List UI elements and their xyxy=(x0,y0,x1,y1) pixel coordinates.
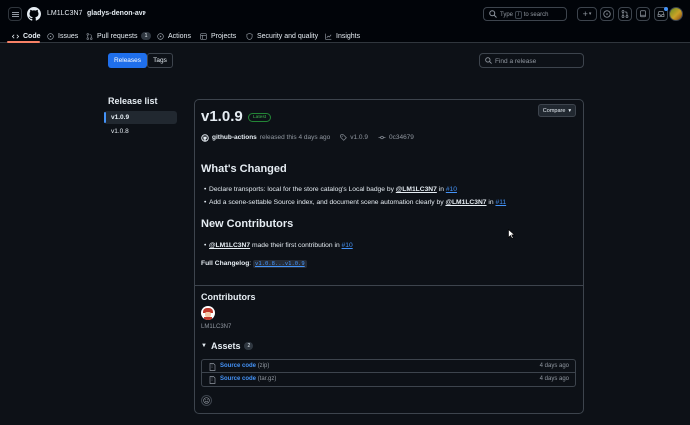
create-new-button[interactable]: + ▾ xyxy=(577,7,597,21)
find-release-input[interactable]: Find a release xyxy=(479,53,584,68)
release-commit-link[interactable]: 0c34679 xyxy=(389,134,414,141)
tags-tab-button[interactable]: Tags xyxy=(147,53,173,68)
release-time: released this 4 days ago xyxy=(259,134,331,141)
global-header: LM1LC3N7 / gladys-denon-avr ▾ Type / to … xyxy=(0,0,690,43)
release-title[interactable]: v1.0.9 xyxy=(201,108,243,125)
zip-icon xyxy=(209,363,216,371)
mouse-cursor-icon xyxy=(508,229,515,239)
search-icon xyxy=(489,10,497,18)
assets-count: 2 xyxy=(244,342,254,350)
tab-pull-requests[interactable]: Pull requests 1 xyxy=(86,29,151,43)
pull-requests-count: 1 xyxy=(141,32,151,40)
play-icon xyxy=(157,32,164,40)
full-changelog: Full Changelog: v1.0.8...v1.0.9 xyxy=(201,260,307,268)
add-reaction-button[interactable] xyxy=(201,395,212,406)
user-mention-link[interactable]: @LM1LC3N7 xyxy=(396,186,437,193)
whats-changed-heading: What's Changed xyxy=(201,163,287,175)
latest-badge: Latest xyxy=(248,113,272,122)
plus-icon: + xyxy=(582,9,588,19)
pull-requests-button[interactable] xyxy=(618,7,632,21)
contributors-heading: Contributors xyxy=(201,292,256,302)
releases-tab-button[interactable]: Releases xyxy=(108,53,147,68)
top-bar: LM1LC3N7 / gladys-denon-avr ▾ Type / to … xyxy=(0,0,690,28)
new-contributors-heading: New Contributors xyxy=(201,218,294,230)
pr-link[interactable]: #10 xyxy=(342,242,353,249)
release-meta: github-actions released this 4 days ago … xyxy=(201,133,414,142)
search-input[interactable]: Type / to search xyxy=(483,7,567,21)
inbox-icon xyxy=(657,11,665,17)
release-list-title: Release list xyxy=(108,96,158,106)
list-item: @LM1LC3N7 made their first contribution … xyxy=(204,242,353,249)
issues-button[interactable] xyxy=(600,7,614,21)
asset-download-link[interactable]: Source code (zip) xyxy=(220,363,269,369)
contributor-avatar[interactable] xyxy=(201,306,215,320)
triangle-down-icon: ▾ xyxy=(588,11,592,17)
release-list-item[interactable]: v1.0.9 xyxy=(104,111,177,124)
zip-icon xyxy=(209,376,216,384)
code-icon xyxy=(12,33,19,39)
active-tab-indicator xyxy=(7,41,40,43)
tab-projects[interactable]: Projects xyxy=(200,29,236,43)
hamburger-icon[interactable] xyxy=(8,7,22,21)
card-divider xyxy=(194,285,584,286)
list-item: Declare transports: local for the store … xyxy=(204,186,457,193)
repositories-button[interactable] xyxy=(636,7,650,21)
tag-icon xyxy=(340,134,348,141)
search-hint: Type / to search xyxy=(500,11,549,19)
repo-separator: / xyxy=(80,10,82,17)
list-item: Add a scene-settable Source index, and d… xyxy=(204,199,506,206)
notifications-button[interactable] xyxy=(654,7,668,21)
issues-icon xyxy=(603,10,611,18)
commit-icon xyxy=(378,135,386,140)
pull-request-icon xyxy=(621,10,629,18)
compare-button[interactable]: Compare ▾ xyxy=(538,104,576,117)
release-list-item[interactable]: v1.0.8 xyxy=(104,125,177,138)
github-actions-avatar-icon xyxy=(201,133,209,142)
pull-request-icon xyxy=(86,32,93,40)
release-tag-link[interactable]: v1.0.9 xyxy=(350,134,368,141)
triangle-down-icon: ▾ xyxy=(568,107,572,114)
release-author-link[interactable]: github-actions xyxy=(212,134,257,141)
find-release-placeholder: Find a release xyxy=(495,58,537,65)
table-icon xyxy=(200,32,207,40)
triangle-down-icon: ▼ xyxy=(201,343,207,349)
user-mention-link[interactable]: @LM1LC3N7 xyxy=(445,199,486,206)
asset-date: 4 days ago xyxy=(539,363,569,369)
asset-download-link[interactable]: Source code (tar.gz) xyxy=(220,376,276,382)
pr-link[interactable]: #10 xyxy=(446,186,457,193)
issues-icon xyxy=(47,32,54,40)
tab-insights[interactable]: Insights xyxy=(325,29,360,43)
notification-indicator xyxy=(664,7,668,11)
repo-name-link[interactable]: gladys-denon-avr xyxy=(87,10,145,17)
triangle-down-icon[interactable]: ▾ xyxy=(143,10,146,17)
search-shortcut-key: / xyxy=(514,11,523,19)
asset-row: Source code (tar.gz) 4 days ago xyxy=(201,373,576,387)
pr-link[interactable]: #11 xyxy=(495,199,506,206)
user-avatar[interactable] xyxy=(669,7,683,21)
shield-icon xyxy=(246,32,253,40)
changelog-compare-link[interactable]: v1.0.8...v1.0.9 xyxy=(253,260,307,268)
contributor-name: LM1LC3N7 xyxy=(201,324,232,330)
user-mention-link[interactable]: @LM1LC3N7 xyxy=(209,242,250,249)
repo-icon xyxy=(640,10,646,18)
github-logo-icon[interactable] xyxy=(27,7,41,21)
asset-date: 4 days ago xyxy=(539,376,569,382)
assets-toggle[interactable]: ▼ Assets 2 xyxy=(201,341,254,351)
tab-issues[interactable]: Issues xyxy=(47,29,78,43)
tab-security[interactable]: Security and quality xyxy=(246,29,318,43)
assets-heading: Assets xyxy=(210,341,241,351)
asset-row: Source code (zip) 4 days ago xyxy=(201,359,576,373)
tab-actions[interactable]: Actions xyxy=(157,29,191,43)
repo-owner-link[interactable]: LM1LC3N7 xyxy=(47,10,82,17)
search-icon xyxy=(485,57,492,64)
smiley-icon xyxy=(203,397,210,404)
graph-icon xyxy=(325,33,332,40)
